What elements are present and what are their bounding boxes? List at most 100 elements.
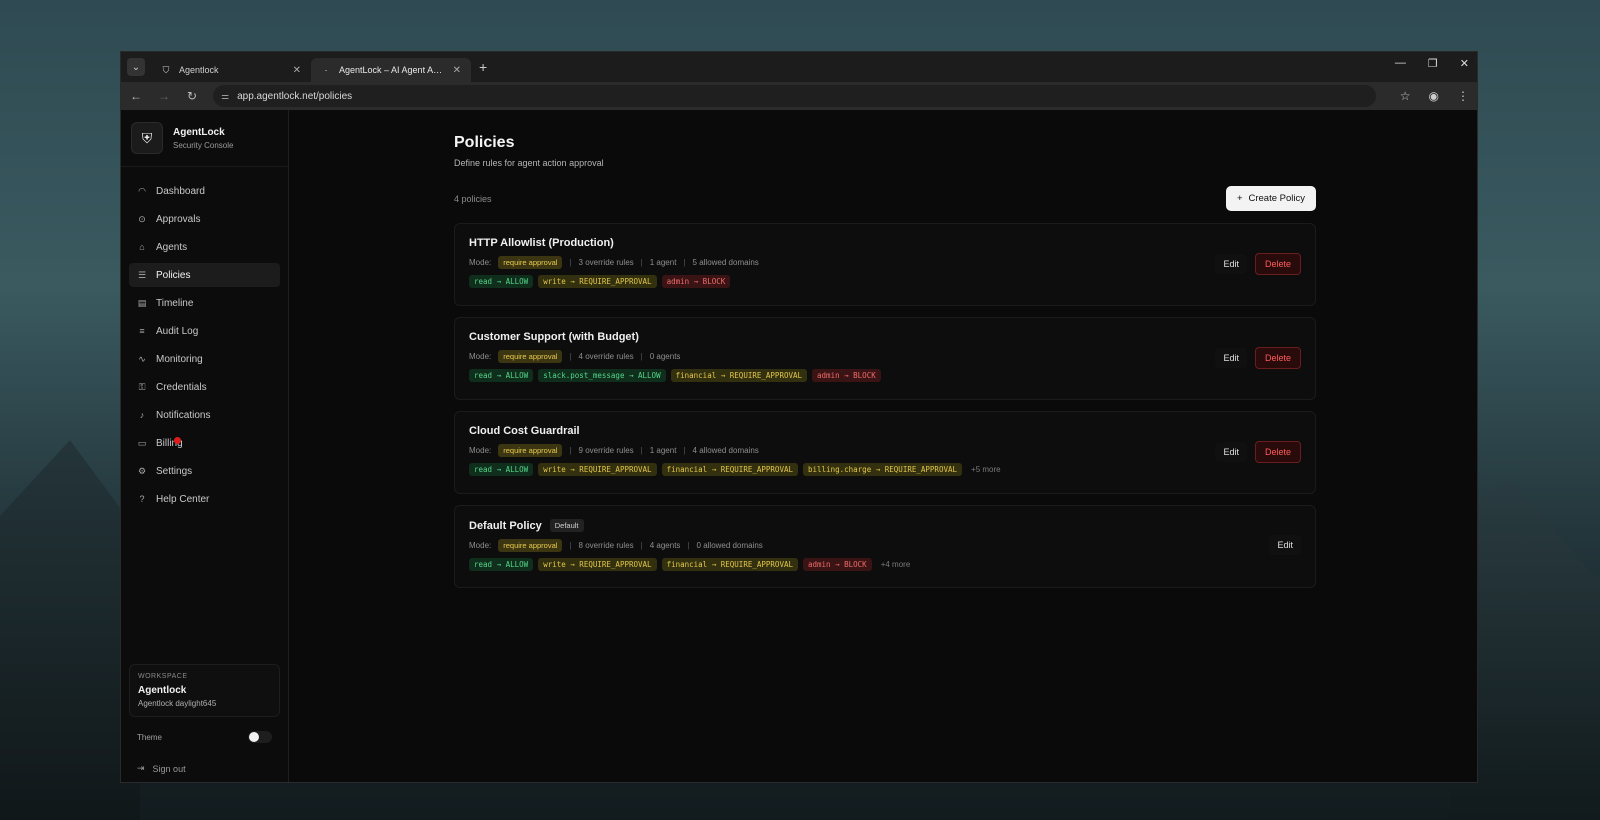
url-input[interactable]: ⚌ app.agentlock.net/policies bbox=[213, 85, 1376, 107]
edit-button[interactable]: Edit bbox=[1215, 348, 1247, 368]
mode-label: Mode: bbox=[469, 446, 492, 455]
sidebar-item-label: Timeline bbox=[156, 297, 194, 309]
policy-meta-item: 3 override rules bbox=[578, 258, 634, 267]
policy-meta-item: 4 override rules bbox=[578, 352, 634, 361]
sidebar-item-monitoring[interactable]: ∿ Monitoring bbox=[129, 347, 280, 371]
sidebar-item-label: Audit Log bbox=[156, 325, 199, 337]
site-settings-icon[interactable]: ⚌ bbox=[221, 91, 229, 102]
policy-card: HTTP Allowlist (Production) Mode: require … bbox=[454, 223, 1316, 306]
key-icon: ⚿ bbox=[138, 381, 146, 392]
policy-card: Default Policy Default Mode: require approv… bbox=[454, 505, 1316, 588]
sidebar-item-help-center[interactable]: ? Help Center bbox=[129, 487, 280, 511]
new-tab-button[interactable]: + bbox=[479, 59, 487, 75]
sidebar-item-approvals[interactable]: ⊙ Approvals bbox=[129, 207, 280, 231]
browser-window: ⌄ ⛉ Agentlock ✕ · AgentLock – AI Agent A… bbox=[120, 51, 1478, 783]
rule-chip: admin → BLOCK bbox=[812, 369, 881, 382]
rule-chip: financial → REQUIRE_APPROVAL bbox=[670, 369, 808, 382]
policy-meta-item: 4 agents bbox=[649, 541, 681, 550]
card-actions: Edit Delete bbox=[1215, 441, 1301, 463]
delete-button[interactable]: Delete bbox=[1254, 441, 1301, 463]
theme-label: Theme bbox=[137, 732, 162, 742]
rule-chips: read → ALLOW write → REQUIRE_APPROVAL admi… bbox=[469, 275, 1301, 288]
shield-logo-icon: ⛨ bbox=[131, 122, 163, 154]
policy-list: HTTP Allowlist (Production) Mode: require … bbox=[454, 223, 1316, 588]
sidebar-item-dashboard[interactable]: ◠ Dashboard bbox=[129, 179, 280, 203]
sidebar-item-label: Approvals bbox=[156, 213, 201, 225]
rule-chip: admin → BLOCK bbox=[661, 275, 731, 288]
policy-card: Cloud Cost Guardrail Mode: require approva… bbox=[454, 411, 1316, 494]
close-icon[interactable]: ✕ bbox=[453, 65, 461, 76]
meta-separator: | bbox=[687, 541, 690, 550]
address-bar: ← → ↻ ⚌ app.agentlock.net/policies ☆ ◉ ⋮ bbox=[121, 82, 1477, 110]
sign-out-button[interactable]: ⇥ Sign out bbox=[129, 751, 280, 774]
reload-icon[interactable]: ↻ bbox=[185, 89, 199, 103]
edit-button[interactable]: Edit bbox=[1269, 535, 1301, 555]
policy-meta-item: 4 allowed domains bbox=[692, 446, 759, 455]
more-rules-link[interactable]: +5 more bbox=[971, 465, 1001, 474]
timeline-icon: ▤ bbox=[137, 297, 147, 308]
theme-toggle[interactable] bbox=[248, 731, 272, 743]
tab-title: Agentlock bbox=[179, 65, 219, 75]
sidebar-item-label: Monitoring bbox=[156, 353, 203, 365]
browser-tab-agentlock[interactable]: ⛉ Agentlock ✕ bbox=[151, 58, 311, 82]
meta-separator: | bbox=[640, 541, 643, 550]
rule-chip: read → ALLOW bbox=[469, 463, 534, 476]
meta-separator: | bbox=[640, 258, 643, 267]
meta-separator: | bbox=[569, 446, 572, 455]
background-mountain-left bbox=[0, 440, 140, 820]
create-policy-button[interactable]: + Create Policy bbox=[1225, 186, 1316, 211]
profile-icon[interactable]: ◉ bbox=[1429, 89, 1439, 103]
tab-search-button[interactable]: ⌄ bbox=[127, 58, 145, 76]
sidebar-item-credentials[interactable]: ⚿ Credentials bbox=[129, 375, 280, 399]
workspace-switcher[interactable]: WORKSPACE Agentlock Agentlock daylight64… bbox=[129, 664, 280, 717]
policy-meta: Mode: require approval | 8 override rules | 4… bbox=[469, 539, 1301, 552]
rule-chips: read → ALLOW slack.post_message → ALLOW fi… bbox=[469, 369, 1301, 382]
edit-button[interactable]: Edit bbox=[1215, 442, 1247, 462]
close-window-icon[interactable]: ✕ bbox=[1460, 57, 1469, 70]
mode-badge: require approval bbox=[498, 256, 563, 269]
sidebar-item-label: Settings bbox=[156, 465, 193, 477]
policy-name-text: Default Policy bbox=[469, 519, 542, 532]
default-badge: Default bbox=[549, 519, 584, 532]
sidebar-item-agents[interactable]: ⌂ Agents bbox=[129, 235, 280, 259]
forward-icon[interactable]: → bbox=[157, 89, 171, 103]
more-rules-link[interactable]: +4 more bbox=[881, 560, 911, 569]
policy-name: Default Policy Default bbox=[469, 519, 1301, 532]
delete-button[interactable]: Delete bbox=[1254, 253, 1301, 275]
mode-label: Mode: bbox=[469, 541, 492, 550]
sidebar-item-notifications[interactable]: ♪ Notifications bbox=[129, 403, 280, 427]
rule-chip: slack.post_message → ALLOW bbox=[538, 369, 666, 382]
card-actions: Edit Delete bbox=[1215, 253, 1301, 275]
sidebar-item-label: Dashboard bbox=[156, 185, 205, 197]
edit-button[interactable]: Edit bbox=[1215, 254, 1247, 274]
sidebar-item-policies[interactable]: ☰ Policies bbox=[129, 263, 280, 287]
window-controls: — ❐ ✕ bbox=[1395, 57, 1469, 70]
menu-kebab-icon[interactable]: ⋮ bbox=[1457, 89, 1469, 103]
policy-name-text: Cloud Cost Guardrail bbox=[469, 425, 580, 437]
close-icon[interactable]: ✕ bbox=[293, 65, 301, 76]
restore-icon[interactable]: ❐ bbox=[1428, 57, 1438, 70]
bookmark-star-icon[interactable]: ☆ bbox=[1400, 89, 1411, 103]
sidebar-item-billing[interactable]: ▭ Billing bbox=[129, 431, 280, 455]
delete-button[interactable]: Delete bbox=[1254, 347, 1301, 369]
rule-chip: financial → REQUIRE_APPROVAL bbox=[661, 558, 798, 571]
workspace-id: Agentlock daylight645 bbox=[138, 699, 217, 708]
activity-icon: ∿ bbox=[138, 353, 146, 364]
sidebar-item-label: Policies bbox=[156, 269, 191, 281]
browser-tab-agentlock-approval[interactable]: · AgentLock – AI Agent Approval ✕ bbox=[311, 58, 471, 82]
create-policy-label: Create Policy bbox=[1248, 193, 1306, 204]
shield-icon: ⛉ bbox=[162, 64, 170, 75]
brand-name: AgentLock bbox=[173, 126, 225, 138]
rule-chip: read → ALLOW bbox=[469, 275, 534, 288]
back-icon[interactable]: ← bbox=[129, 89, 143, 103]
mode-label: Mode: bbox=[469, 258, 492, 267]
policy-name: Customer Support (with Budget) bbox=[469, 331, 1301, 343]
rule-chips: read → ALLOW write → REQUIRE_APPROVAL fina… bbox=[469, 463, 1301, 476]
sidebar-item-timeline[interactable]: ▤ Timeline bbox=[129, 291, 280, 315]
sidebar-item-audit-log[interactable]: ≡ Audit Log bbox=[129, 319, 280, 343]
rule-chip: write → REQUIRE_APPROVAL bbox=[538, 463, 657, 476]
sidebar-item-settings[interactable]: ⚙ Settings bbox=[129, 459, 280, 483]
policy-name-text: HTTP Allowlist (Production) bbox=[469, 237, 614, 249]
minimize-icon[interactable]: — bbox=[1395, 57, 1406, 70]
check-circle-icon: ⊙ bbox=[138, 213, 146, 224]
